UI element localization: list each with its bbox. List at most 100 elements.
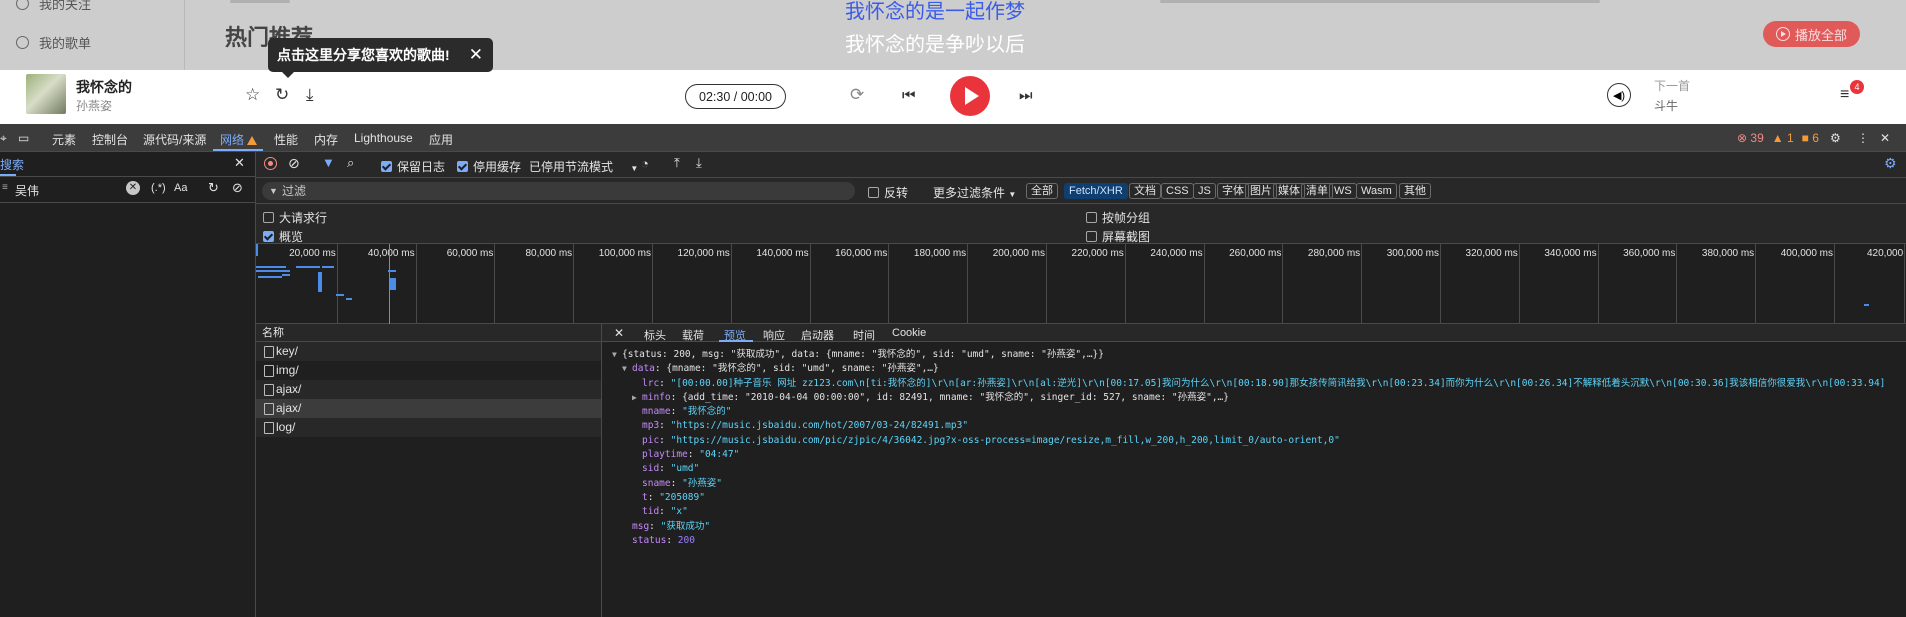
devtools-panel: ⌖ ▭ 元素 控制台 源代码/来源 网络 性能 内存 Lighthouse 应用… <box>0 124 1906 617</box>
type-filter-fetch-xhr[interactable]: Fetch/XHR <box>1064 183 1128 199</box>
album-cover[interactable] <box>26 74 66 114</box>
type-filter-css[interactable]: CSS <box>1161 183 1194 199</box>
json-status-row[interactable]: status: 200 <box>612 534 1885 548</box>
throttle-select[interactable]: 已停用节流模式 ▼ <box>529 158 638 175</box>
request-row[interactable]: log/ <box>256 418 601 437</box>
timeline-tick: 380,000 ms <box>1702 244 1757 324</box>
device-toolbar-icon[interactable]: ▭ <box>18 131 29 145</box>
timeline-tick: 300,000 ms <box>1387 244 1441 324</box>
tab-cookie[interactable]: Cookie <box>892 327 926 339</box>
tab-network[interactable]: 网络 <box>220 131 258 148</box>
filter-icon[interactable]: ▼ <box>322 155 335 170</box>
json-t-row[interactable]: t: "205089" <box>612 491 1885 505</box>
json-pic-row[interactable]: pic: "https://music.jsbaidu.com/pic/zjpi… <box>612 434 1885 448</box>
play-button[interactable] <box>950 76 990 116</box>
tab-elements[interactable]: 元素 <box>52 131 76 148</box>
network-conditions-icon[interactable]: ◔ <box>641 156 649 171</box>
type-filter-wasm[interactable]: Wasm <box>1356 183 1397 199</box>
settings-gear-icon[interactable]: ⚙ <box>1830 131 1841 145</box>
close-detail-icon[interactable]: ✕ <box>614 326 624 340</box>
timeline-overview[interactable]: 20,000 ms 40,000 ms 60,000 ms 80,000 ms 100,… <box>256 244 1906 324</box>
json-minfo-row[interactable]: ▶ minfo: {add_time: "2010-04-04 00:00:00"… <box>612 391 1885 405</box>
type-filter-all[interactable]: 全部 <box>1026 183 1058 199</box>
overview-checkbox[interactable]: 概览 <box>263 228 303 245</box>
queue-list-icon[interactable]: ≡ <box>1840 86 1849 104</box>
tab-initiator[interactable]: 启动器 <box>801 327 834 343</box>
json-data-row[interactable]: ▼ data: {mname: "我怀念的", sid: "umd", sname… <box>612 362 1885 376</box>
type-filter-other[interactable]: 其他 <box>1399 183 1431 199</box>
close-search-icon[interactable]: ✕ <box>234 155 245 171</box>
inspect-icon[interactable]: ⌖ <box>0 131 7 146</box>
network-settings-icon[interactable]: ⚙ <box>1884 155 1897 172</box>
song-title[interactable]: 我怀念的 <box>76 77 132 97</box>
repeat-icon[interactable]: ⟳ <box>850 86 864 103</box>
download-icon[interactable]: ⤓ <box>306 86 314 103</box>
more-filters-dropdown[interactable]: 更多过滤条件 ▼ <box>933 184 1016 201</box>
screenshots-checkbox[interactable]: 屏幕截图 <box>1086 228 1150 245</box>
close-devtools-icon[interactable]: ✕ <box>1880 131 1890 145</box>
request-row[interactable]: ajax/ <box>256 380 601 399</box>
next-track-icon[interactable]: ⏭ <box>1019 87 1033 104</box>
previous-track-icon[interactable]: ⏮ <box>902 87 916 104</box>
request-row[interactable]: key/ <box>256 342 601 361</box>
export-har-icon[interactable]: ⤓ <box>696 155 702 171</box>
timeline-tick-label: 300,000 ms <box>1386 248 1439 259</box>
sidebar-item-playlist[interactable]: 我的歌单 <box>16 33 91 52</box>
timeline-tick: 320,000 ms <box>1466 244 1520 324</box>
type-filter-ws[interactable]: WS <box>1329 183 1357 199</box>
big-rows-checkbox[interactable]: 大请求行 <box>263 209 327 226</box>
clear-log-icon[interactable]: ⊘ <box>288 155 300 172</box>
json-tid-row[interactable]: tid: "x" <box>612 505 1885 519</box>
invert-checkbox[interactable]: 反转 <box>868 184 908 201</box>
group-by-frame-checkbox[interactable]: 按帧分组 <box>1086 209 1150 226</box>
issue-counts[interactable]: ⊗ 39 ▲ 1 ■ 6 <box>1737 131 1819 145</box>
type-filter-doc[interactable]: 文档 <box>1129 183 1161 199</box>
sidebar-item-follow[interactable]: 我的关注 <box>16 0 91 13</box>
close-icon[interactable]: ✕ <box>469 45 483 65</box>
preserve-log-checkbox[interactable]: 保留日志 <box>381 158 445 175</box>
tab-payload[interactable]: 载荷 <box>682 327 704 343</box>
column-header-name[interactable]: 名称 <box>256 324 601 342</box>
type-filter-js[interactable]: JS <box>1193 183 1216 199</box>
request-row[interactable]: ajax/ <box>256 399 601 418</box>
tab-memory[interactable]: 内存 <box>314 131 338 148</box>
json-tree[interactable]: ▼ {status: 200, msg: "获取成功", data: {mname… <box>612 348 1885 548</box>
json-playtime-row[interactable]: playtime: "04:47" <box>612 448 1885 462</box>
search-input[interactable]: 吴伟 <box>15 182 39 199</box>
more-menu-icon[interactable]: ⋮ <box>1857 131 1869 145</box>
request-row[interactable]: img/ <box>256 361 601 380</box>
tab-headers[interactable]: 标头 <box>644 327 666 343</box>
disable-cache-checkbox[interactable]: 停用缓存 <box>457 158 521 175</box>
next-song-name[interactable]: 斗牛 <box>1654 97 1678 114</box>
tab-lighthouse[interactable]: Lighthouse <box>354 131 413 145</box>
json-mp3-row[interactable]: mp3: "https://music.jsbaidu.com/hot/2007… <box>612 419 1885 433</box>
tab-response[interactable]: 响应 <box>763 327 785 343</box>
search-icon[interactable]: ⌕ <box>347 155 354 171</box>
case-toggle[interactable]: Aa <box>174 182 187 194</box>
clear-search-icon[interactable]: ✕ <box>126 181 140 195</box>
import-har-icon[interactable]: ⤒ <box>674 155 680 171</box>
json-msg-row[interactable]: msg: "获取成功" <box>612 520 1885 534</box>
timeline-tick-label: 260,000 ms <box>1229 248 1282 259</box>
clear-icon[interactable]: ⊘ <box>232 180 243 196</box>
tab-timing[interactable]: 时间 <box>853 327 875 343</box>
json-root-row[interactable]: ▼ {status: 200, msg: "获取成功", data: {mname… <box>612 348 1885 362</box>
json-sid-row[interactable]: sid: "umd" <box>612 462 1885 476</box>
json-sname-row[interactable]: sname: "孙燕姿" <box>612 477 1885 491</box>
disable-cache-label: 停用缓存 <box>473 160 522 174</box>
play-all-button[interactable]: 播放全部 <box>1763 21 1860 47</box>
refresh-icon[interactable]: ↻ <box>208 180 219 196</box>
tab-application[interactable]: 应用 <box>429 131 453 148</box>
json-lrc-row[interactable]: lrc: "[00:00.00]种子音乐 网址 zz123.com\n[ti:我… <box>612 377 1885 391</box>
record-icon[interactable] <box>264 157 277 170</box>
tab-performance[interactable]: 性能 <box>274 131 298 148</box>
volume-icon[interactable]: ◀) <box>1607 83 1631 107</box>
json-mname-row[interactable]: mname: "我怀念的" <box>612 405 1885 419</box>
singer-name[interactable]: 孙燕姿 <box>76 97 112 114</box>
filter-input[interactable]: ▼ 过滤 <box>262 182 855 200</box>
tab-console[interactable]: 控制台 <box>92 131 128 148</box>
favorite-star-icon[interactable]: ☆ <box>245 86 260 103</box>
regex-toggle[interactable]: (.*) <box>151 182 166 194</box>
tab-sources[interactable]: 源代码/来源 <box>143 131 206 148</box>
share-icon[interactable]: ↻ <box>275 86 289 103</box>
